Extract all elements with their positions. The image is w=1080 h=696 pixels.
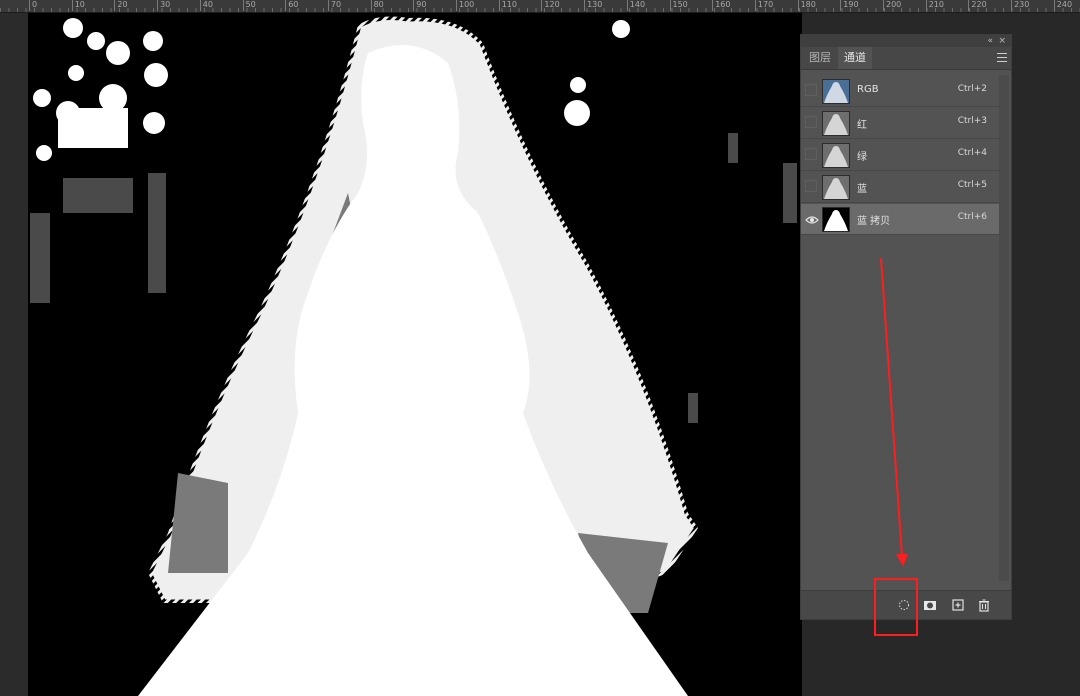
ruler-tick-label: 90 [413,0,426,11]
ruler-tick-label: 40 [199,0,213,11]
channel-thumbnail [822,207,850,232]
ruler-tick-label: 130 [584,0,602,11]
channel-name: RGB [857,84,879,95]
visibility-toggle[interactable] [805,148,819,162]
channel-name: 蓝 拷贝 [857,216,891,227]
ruler-tick-label: 110 [498,0,517,11]
channel-row[interactable]: 蓝 Ctrl+5 [801,172,999,203]
channel-shortcut: Ctrl+3 [957,116,987,126]
channel-shortcut: Ctrl+6 [957,212,987,222]
channel-row[interactable]: 蓝 拷贝 Ctrl+6 [801,204,999,235]
ruler-tick-label: 190 [840,0,859,11]
channel-shortcut: Ctrl+2 [957,84,987,94]
panel-scrollbar[interactable] [999,75,1009,581]
ruler-tick-label: 50 [242,0,256,11]
delete-channel-icon[interactable] [977,597,991,612]
document-canvas[interactable] [28,13,802,696]
panel-title-bar[interactable]: « × [801,35,1011,47]
channel-thumbnail [822,175,850,200]
ruler-tick-label: 70 [327,0,341,11]
visibility-toggle[interactable] [805,116,819,130]
channel-name: 蓝 [857,184,867,195]
channel-row[interactable]: RGB Ctrl+2 [801,76,999,107]
new-channel-icon[interactable] [951,597,965,611]
ruler-tick-label: 240 [1053,0,1072,11]
ruler-tick-label: 20 [114,0,128,11]
ruler-tick-label: 0 [29,0,37,11]
collapse-icon[interactable]: « [987,35,993,47]
visibility-toggle[interactable] [805,180,819,194]
channel-name: 绿 [857,152,867,163]
tab-layers[interactable]: 图层 [803,47,837,69]
ruler-tick-label: 180 [797,0,816,11]
ruler-tick-label: 200 [883,0,901,11]
ruler-tick-label: 10 [71,0,85,11]
close-icon[interactable]: × [998,35,1006,47]
ruler-tick-label: 120 [541,0,560,11]
channel-thumbnail [822,79,850,104]
channel-thumbnail [822,111,850,136]
eye-icon[interactable] [805,212,819,226]
channel-thumbnail [822,143,850,168]
channels-panel: « × 图层 通道 RGB Ctrl+2 红 Ctrl+3 绿 Ctrl+4 蓝 Ctrl+5… [800,34,1012,620]
channel-shortcut: Ctrl+5 [957,180,987,190]
channel-row[interactable]: 绿 Ctrl+4 [801,140,999,171]
channel-row[interactable]: 红 Ctrl+3 [801,108,999,139]
ruler-tick-label: 170 [754,0,773,11]
ruler-tick-label: 60 [285,0,298,11]
channel-shortcut: Ctrl+4 [957,148,987,158]
ruler-tick-label: 150 [669,0,688,11]
save-selection-as-channel-icon[interactable] [923,597,937,611]
ruler-tick-label: 220 [968,0,987,11]
ruler-tick-label: 230 [1011,0,1029,11]
ruler-tick-label: 80 [370,0,384,11]
channel-mask-image [28,13,802,696]
panel-tabbar: 图层 通道 [801,47,1011,70]
tab-channels[interactable]: 通道 [838,47,872,69]
channel-name: 红 [857,120,867,131]
ruler-tick-label: 210 [925,0,944,11]
panel-menu-icon[interactable] [997,53,1007,62]
vertical-ruler [0,13,28,696]
ruler-tick-label: 140 [626,0,645,11]
ruler-tick-label: 30 [157,0,170,11]
horizontal-ruler: 0 10 20 30 40 50 60 70 80 90 100 110 120 130 140 150 160… [0,0,1080,13]
ruler-tick-label: 100 [456,0,474,11]
highlight-box [874,578,918,636]
ruler-tick-label: 160 [712,0,730,11]
visibility-toggle[interactable] [805,84,819,98]
